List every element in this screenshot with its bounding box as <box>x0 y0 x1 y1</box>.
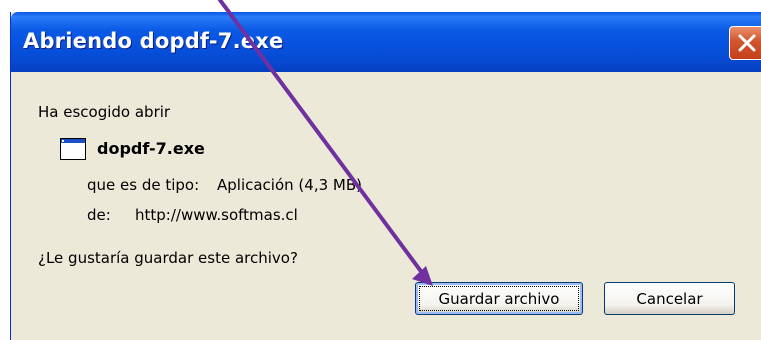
close-button[interactable] <box>729 26 761 60</box>
intro-text: Ha escogido abrir <box>38 103 171 121</box>
file-type-label: que es de tipo: <box>87 176 200 194</box>
dialog-body: Ha escogido abrir dopdf-7.exe que es de … <box>11 72 761 340</box>
dialog-title: Abriendo dopdf-7.exe <box>23 29 284 53</box>
file-type-value: Aplicación (4,3 MB) <box>217 176 362 194</box>
focus-ring <box>419 286 579 311</box>
title-bar[interactable]: Abriendo dopdf-7.exe <box>11 12 761 72</box>
file-name: dopdf-7.exe <box>97 139 205 158</box>
save-question: ¿Le gustaría guardar este archivo? <box>38 249 298 267</box>
file-source-url: http://www.softmas.cl <box>135 206 298 224</box>
application-window-icon <box>60 138 86 160</box>
download-dialog: Abriendo dopdf-7.exe Ha escogido abrir d… <box>10 12 761 340</box>
save-file-button[interactable]: Guardar archivo <box>415 282 583 315</box>
cancel-button-label: Cancelar <box>636 289 703 308</box>
close-icon <box>738 34 756 52</box>
cancel-button[interactable]: Cancelar <box>604 282 735 315</box>
file-source-label: de: <box>87 206 111 224</box>
